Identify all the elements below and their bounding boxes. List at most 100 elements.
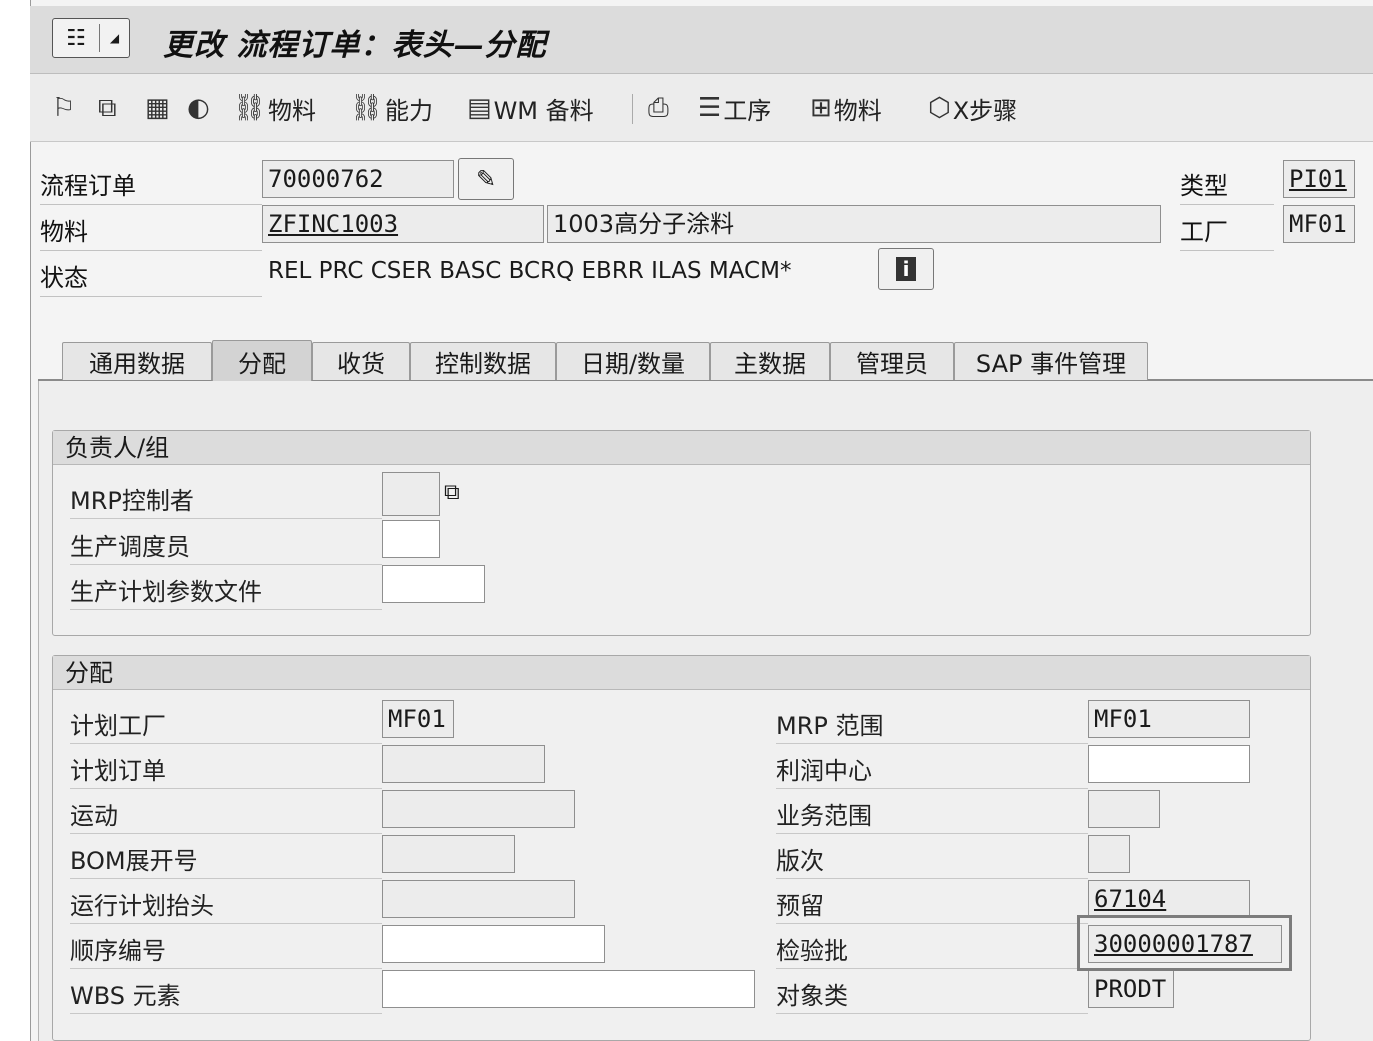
tab-goods-receipt[interactable]: 收货 [312,342,410,380]
wm-staging-label: WM 备料 [493,96,594,125]
profile-field[interactable] [382,565,485,603]
sequence-number-field[interactable] [382,925,605,963]
status-label: 状态 [40,258,262,297]
tab-administration[interactable]: 管理员 [830,342,954,380]
reservation-label: 预留 [776,886,1088,924]
sap-menu-icon: ☷ [66,25,86,51]
order-value: 70000762 [268,165,384,193]
capacity-button[interactable]: ⛓ 能力 [350,88,433,128]
printer-icon: ⎙ [648,92,669,123]
responsible-group-title: 负责人/组 [53,431,1310,465]
copy-button[interactable]: ⧉ [98,88,117,128]
tab-general-data[interactable]: 通用数据 [62,342,212,380]
bom-explosion-field[interactable] [382,835,515,873]
page-title: 更改 流程订单：表头—分配 [163,28,547,63]
mrp-controller-field[interactable] [382,472,440,516]
material-value: ZFINC1003 [268,210,399,238]
copy-icon: ⧉ [98,92,117,123]
reservation-field[interactable]: 67104 [1088,880,1250,918]
planning-plant-field[interactable]: MF01 [382,700,454,738]
assignment-group-title: 分配 [53,656,1310,690]
info-icon: i [895,257,917,281]
value-help-icon[interactable]: ⧉ [444,480,460,505]
x-steps-button[interactable]: ⬡ X步骤 [928,88,1017,128]
reservation-value: 67104 [1094,885,1167,913]
wm-staging-button[interactable]: ▤ WM 备料 [467,88,594,128]
status-value: REL PRC CSER BASC BCRQ EBRR ILAS MACM* [268,258,792,284]
run-schedule-header-field[interactable] [382,880,575,918]
type-label: 类型 [1180,166,1274,205]
mrp-area-field[interactable]: MF01 [1088,700,1250,738]
movement-field[interactable] [382,790,575,828]
globe-icon: ◐ [187,93,210,123]
flag-button[interactable]: ⚐ [52,88,75,128]
planned-order-label: 计划订单 [70,751,382,789]
capacity-label: 能力 [385,96,434,125]
tab-dates-quantities[interactable]: 日期/数量 [556,342,710,380]
title-bar: ☷ ◢ 更改 流程订单：表头—分配 [30,6,1373,74]
pencil-icon: ✎ [475,165,497,193]
material-list-label: 物料 [268,96,317,125]
hierarchy-icon: ⛓ [233,93,267,123]
wbs-element-field[interactable] [382,970,755,1008]
planned-order-field[interactable] [382,745,545,783]
plant-label: 工厂 [1180,212,1274,251]
business-area-field[interactable] [1088,790,1160,828]
bom-explosion-label: BOM展开号 [70,841,382,879]
planning-plant-value: MF01 [388,705,446,733]
calculator-icon: ▦ [145,93,170,123]
components-label: 物料 [833,96,882,125]
cube-icon: ⬡ [928,93,951,123]
toolbar-separator [632,94,633,124]
structure-icon: ⊞ [810,93,832,123]
hierarchy-icon: ⛓ [350,93,384,123]
run-schedule-header-label: 运行计划抬头 [70,886,382,924]
object-class-label: 对象类 [776,976,1088,1014]
plant-value: MF01 [1289,210,1347,238]
profile-label: 生产计划参数文件 [70,572,382,610]
inspection-lot-label: 检验批 [776,931,1088,969]
profit-center-field[interactable] [1088,745,1250,783]
print-button[interactable]: ⎙ [648,88,669,128]
order-label: 流程订单 [40,166,262,205]
mrp-area-value: MF01 [1094,705,1152,733]
tab-master-data[interactable]: 主数据 [710,342,830,380]
type-field[interactable]: PI01 [1283,160,1355,198]
version-field[interactable] [1088,835,1130,873]
material-label: 物料 [40,212,262,251]
edit-button[interactable]: ✎ [458,158,514,200]
plant-field[interactable]: MF01 [1283,205,1355,243]
status-info-button[interactable]: i [878,248,934,290]
inspection-lot-highlight [1077,915,1292,971]
system-menu-button[interactable]: ☷ ◢ [52,18,130,58]
object-class-field[interactable]: PRODT [1088,970,1174,1008]
business-area-label: 业务范围 [776,796,1088,834]
globe-button[interactable]: ◐ [187,88,210,128]
mrp-controller-label: MRP控制者 [70,481,382,519]
movement-label: 运动 [70,796,382,834]
scheduler-label: 生产调度员 [70,527,382,565]
scheduler-field[interactable] [382,520,440,558]
mrp-area-label: MRP 范围 [776,706,1088,744]
material-list-button[interactable]: ⛓ 物料 [233,88,316,128]
x-steps-label: X步骤 [952,96,1018,125]
tab-control-data[interactable]: 控制数据 [410,342,556,380]
material-field[interactable]: ZFINC1003 [262,205,544,243]
profit-center-label: 利润中心 [776,751,1088,789]
document-icon: ▤ [467,93,492,123]
tab-assignment[interactable]: 分配 [212,340,312,381]
flag-icon: ⚐ [52,93,76,123]
sequence-number-label: 顺序编号 [70,931,382,969]
calculator-button[interactable]: ▦ [145,88,170,128]
order-field[interactable]: 70000762 [262,160,454,198]
material-description-field: 1003高分子涂料 [547,205,1161,243]
operations-button[interactable]: ☰ 工序 [698,88,771,128]
version-label: 版次 [776,841,1088,879]
material-description: 1003高分子涂料 [553,210,735,238]
components-button[interactable]: ⊞ 物料 [810,88,882,128]
operations-label: 工序 [723,96,772,125]
chevron-down-icon: ◢ [109,31,120,45]
tab-sap-event-management[interactable]: SAP 事件管理 [954,342,1148,380]
planning-plant-label: 计划工厂 [70,706,382,744]
operations-icon: ☰ [698,93,722,123]
